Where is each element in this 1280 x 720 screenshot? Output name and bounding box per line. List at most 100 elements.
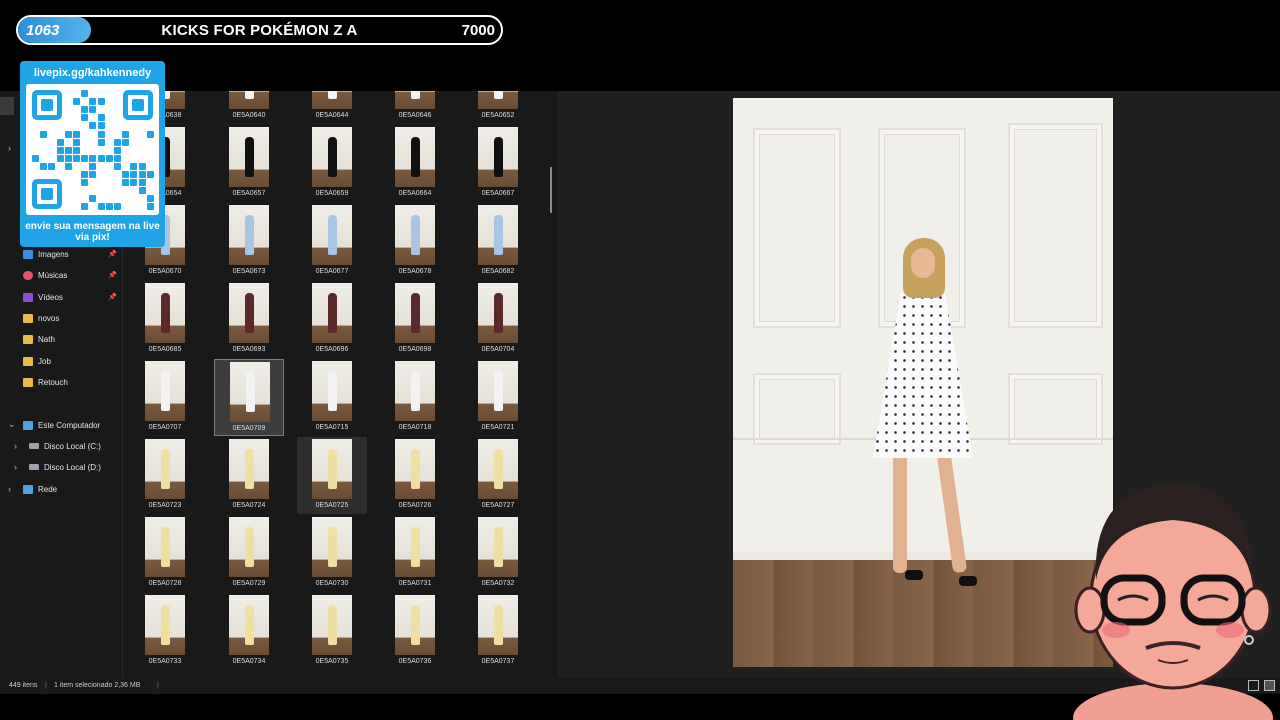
file-thumbnail[interactable]: 0E5A0677 (297, 203, 367, 280)
file-thumbnail[interactable]: 0E5A0736 (380, 593, 450, 670)
thumbnail-image (395, 517, 435, 577)
file-thumbnail[interactable]: 0E5A0730 (297, 515, 367, 592)
chevron-down-icon[interactable]: ⌄ (8, 419, 16, 430)
sidebar-item-label: Nath (38, 334, 55, 344)
chevron-right-icon[interactable]: › (8, 143, 11, 153)
file-thumbnail-grid: 0E5A06380E5A06400E5A06440E5A06460E5A0652… (123, 91, 557, 678)
qr-module (130, 171, 138, 178)
sidebar-item-musicas[interactable]: Músicas 📌 (0, 265, 123, 285)
sidebar-item-label: Rede (38, 484, 58, 494)
file-thumbnail[interactable]: 0E5A0725 (297, 437, 367, 514)
file-thumbnail[interactable]: 0E5A0733 (130, 593, 200, 670)
file-thumbnail[interactable]: 0E5A0644 (297, 91, 367, 124)
folder-icon (23, 334, 33, 344)
file-thumbnail[interactable]: 0E5A0726 (380, 437, 450, 514)
file-thumbnail[interactable]: 0E5A0729 (214, 515, 284, 592)
folder-icon (23, 377, 33, 387)
thumbnail-model (328, 137, 337, 177)
sidebar-item-novos[interactable]: novos (0, 308, 123, 328)
file-name: 0E5A0657 (232, 190, 266, 197)
chevron-right-icon[interactable]: › (14, 441, 17, 451)
nav-selection-highlight (0, 97, 14, 115)
file-thumbnail[interactable]: 0E5A0659 (297, 125, 367, 202)
qr-module (89, 98, 97, 106)
file-name: 0E5A0670 (148, 268, 182, 275)
file-thumbnail[interactable]: 0E5A0667 (463, 125, 533, 202)
qr-module (114, 154, 121, 162)
file-thumbnail[interactable]: 0E5A0737 (463, 593, 533, 670)
vertical-scrollbar[interactable] (550, 167, 552, 213)
file-thumbnail[interactable]: 0E5A0664 (380, 125, 450, 202)
model-shoe (959, 576, 977, 586)
qr-module (130, 179, 138, 187)
sidebar-item-label: Músicas (38, 270, 68, 280)
thumbnail-model (161, 527, 170, 567)
file-thumbnail[interactable]: 0E5A0696 (297, 281, 367, 358)
file-thumbnail[interactable]: 0E5A0732 (463, 515, 533, 592)
file-thumbnail[interactable]: 0E5A0731 (380, 515, 450, 592)
sidebar-item-rede[interactable]: › Rede (0, 479, 123, 499)
file-thumbnail[interactable]: 0E5A0704 (463, 281, 533, 358)
livepix-qr-card: livepix.gg/kahkennedy envie sua mensagem… (20, 61, 165, 247)
sidebar-item-label: Retouch (38, 377, 68, 387)
file-thumbnail[interactable]: 0E5A0646 (380, 91, 450, 124)
sidebar-item-job[interactable]: Job (0, 351, 123, 371)
file-thumbnail[interactable]: 0E5A0707 (130, 359, 200, 436)
file-thumbnail[interactable]: 0E5A0724 (214, 437, 284, 514)
file-thumbnail[interactable]: 0E5A0673 (214, 203, 284, 280)
file-name: 0E5A0667 (481, 190, 515, 197)
file-thumbnail[interactable]: 0E5A0727 (463, 437, 533, 514)
file-thumbnail[interactable]: 0E5A0685 (130, 281, 200, 358)
qr-module (89, 171, 97, 178)
file-name: 0E5A0652 (481, 112, 515, 119)
file-name: 0E5A0715 (315, 424, 349, 431)
file-thumbnail[interactable]: 0E5A0721 (463, 359, 533, 436)
file-thumbnail[interactable]: 0E5A0652 (463, 91, 533, 124)
thumbnail-image (312, 205, 352, 265)
sidebar-item-videos[interactable]: Vídeos 📌 (0, 287, 123, 307)
chevron-right-icon[interactable]: › (8, 484, 11, 494)
thumbnail-model (328, 527, 337, 567)
file-thumbnail[interactable]: 0E5A0709 (214, 359, 284, 436)
file-thumbnail[interactable]: 0E5A0734 (214, 593, 284, 670)
thumbnail-image (478, 517, 518, 577)
thumbnail-image (229, 127, 269, 187)
qr-url: livepix.gg/kahkennedy (33, 67, 152, 79)
file-thumbnail[interactable]: 0E5A0657 (214, 125, 284, 202)
thumbnail-model (246, 372, 255, 412)
sidebar-item-disco-d[interactable]: › Disco Local (D:) (0, 457, 123, 477)
qr-module (114, 162, 121, 170)
goal-target-amount: 7000 (461, 22, 495, 39)
file-thumbnail[interactable]: 0E5A0728 (130, 515, 200, 592)
thumbnail-model (411, 137, 420, 177)
thumbnail-model (161, 605, 170, 645)
file-thumbnail[interactable]: 0E5A0723 (130, 437, 200, 514)
thumbnail-image (145, 517, 185, 577)
sidebar-item-disco-c[interactable]: › Disco Local (C:) (0, 436, 123, 456)
file-thumbnail[interactable]: 0E5A0678 (380, 203, 450, 280)
file-thumbnail[interactable]: 0E5A0693 (214, 281, 284, 358)
file-thumbnail[interactable]: 0E5A0682 (463, 203, 533, 280)
file-thumbnail[interactable]: 0E5A0735 (297, 593, 367, 670)
thumbnail-model (161, 371, 170, 411)
file-thumbnail[interactable]: 0E5A0718 (380, 359, 450, 436)
file-name: 0E5A0726 (398, 502, 432, 509)
thumbnail-model (494, 137, 503, 177)
file-name: 0E5A0685 (148, 346, 182, 353)
sidebar-item-este-computador[interactable]: ⌄ Este Computador (0, 415, 123, 435)
sidebar-item-imagens[interactable]: Imagens 📌 (0, 244, 123, 264)
sidebar-item-nath[interactable]: Nath (0, 329, 123, 349)
status-divider: | (45, 682, 47, 689)
qr-module (122, 130, 130, 138)
file-thumbnail[interactable]: 0E5A0698 (380, 281, 450, 358)
file-thumbnail[interactable]: 0E5A0640 (214, 91, 284, 124)
file-name: 0E5A0644 (315, 112, 349, 119)
qr-module (130, 162, 138, 170)
chevron-right-icon[interactable]: › (14, 462, 17, 472)
thumbnail-image (478, 205, 518, 265)
file-thumbnail[interactable]: 0E5A0715 (297, 359, 367, 436)
file-name: 0E5A0693 (232, 346, 266, 353)
thumbnail-model (245, 293, 254, 333)
qr-module (97, 130, 105, 138)
sidebar-item-retouch[interactable]: Retouch (0, 372, 123, 392)
